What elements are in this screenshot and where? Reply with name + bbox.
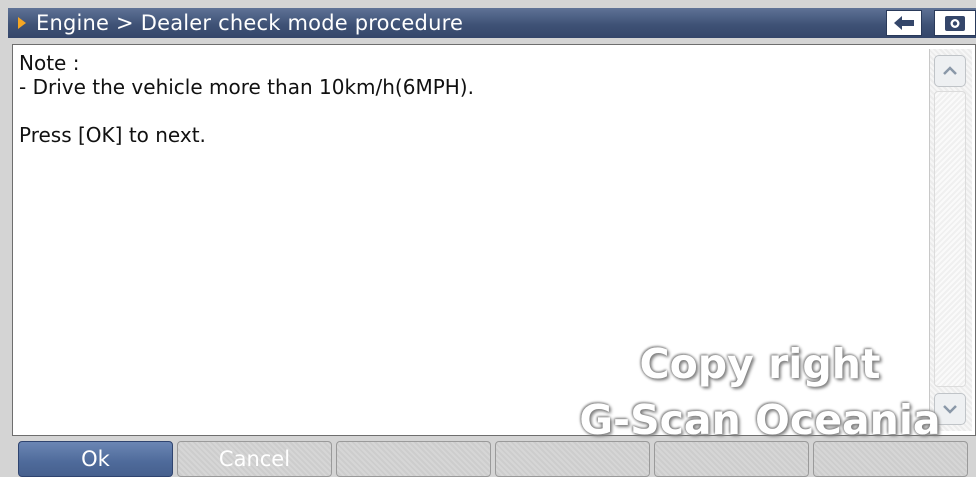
arrow-left-icon xyxy=(894,16,914,30)
options-button[interactable] xyxy=(934,10,976,36)
press-ok-text: Press [OK] to next. xyxy=(19,123,206,147)
scroll-up-button[interactable] xyxy=(934,55,966,87)
message-text: Note : - Drive the vehicle more than 10k… xyxy=(19,51,919,147)
scroll-down-button[interactable] xyxy=(934,393,966,425)
function-button-5[interactable] xyxy=(654,441,809,477)
function-button-4[interactable] xyxy=(495,441,650,477)
app-window: Engine > Dealer check mode procedure Not… xyxy=(0,0,976,477)
function-button-3[interactable] xyxy=(336,441,491,477)
chevron-down-icon xyxy=(943,405,957,414)
settings-icon xyxy=(945,16,965,31)
note-instruction: - Drive the vehicle more than 10km/h(6MP… xyxy=(19,75,474,99)
ok-button[interactable]: Ok xyxy=(18,441,173,477)
chevron-up-icon xyxy=(943,66,957,75)
cancel-button[interactable]: Cancel xyxy=(177,441,332,477)
note-heading: Note : xyxy=(19,51,80,75)
back-button[interactable] xyxy=(886,10,922,36)
message-panel: Note : - Drive the vehicle more than 10k… xyxy=(12,44,976,436)
title-bar: Engine > Dealer check mode procedure xyxy=(8,8,976,38)
function-button-6[interactable] xyxy=(813,441,968,477)
function-button-bar: Ok Cancel xyxy=(18,441,976,477)
breadcrumb: Engine > Dealer check mode procedure xyxy=(36,11,464,35)
vertical-scrollbar[interactable] xyxy=(929,49,972,431)
scroll-track[interactable] xyxy=(934,91,966,387)
play-arrow-icon xyxy=(18,17,26,29)
